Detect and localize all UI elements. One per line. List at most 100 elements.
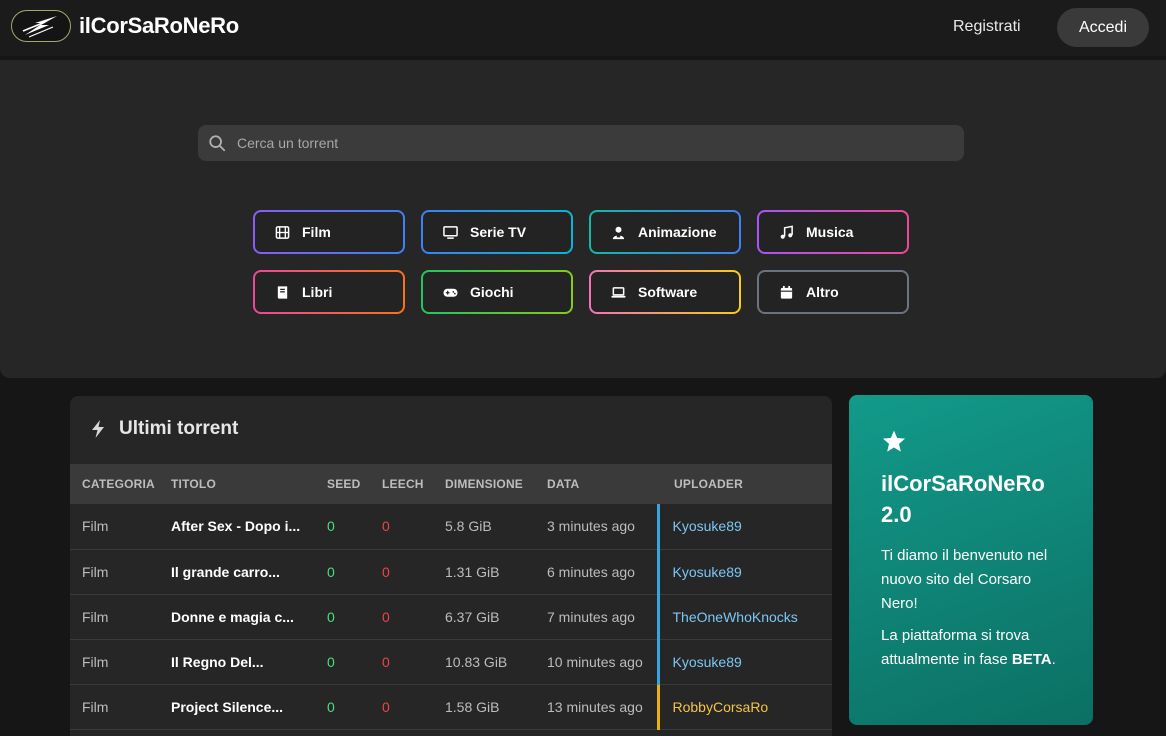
row-date: 3 minutes ago (547, 518, 635, 535)
table-row[interactable]: Film Il Regno Del... 0 0 10.83 GiB 10 minutes… (70, 639, 832, 684)
gamepad-icon (443, 288, 458, 297)
row-size: 1.58 GiB (445, 698, 500, 715)
calendar-icon (780, 285, 793, 299)
hero-section: Film Serie TV Animazione Musica Libr (0, 60, 1166, 378)
category-label: Software (638, 284, 698, 300)
row-leech: 0 (382, 563, 390, 580)
category-label: Film (302, 224, 331, 240)
promo-welcome-text: Ti diamo il benvenuto nel nuovo sito del… (881, 547, 1048, 612)
row-category: Film (82, 563, 109, 580)
row-size: 5.8 GiB (445, 518, 492, 535)
search-bar[interactable] (198, 125, 964, 161)
row-seed: 0 (327, 518, 335, 535)
row-title[interactable]: Donne e magia c... (171, 594, 327, 639)
row-date: 10 minutes ago (547, 653, 643, 670)
star-icon (882, 430, 906, 452)
search-icon (209, 135, 226, 152)
row-title[interactable]: After Sex - Dopo i... (171, 504, 327, 549)
promo-beta-label: BETA (1011, 651, 1052, 668)
row-title[interactable]: Il Regno Del... (171, 639, 327, 684)
login-button[interactable]: Accedi (1057, 8, 1149, 47)
row-leech: 0 (382, 518, 390, 535)
category-film[interactable]: Film (253, 210, 405, 254)
category-label: Serie TV (470, 224, 527, 240)
column-header[interactable]: SEED (327, 464, 382, 504)
category-animazione[interactable]: Animazione (589, 210, 741, 254)
row-uploader: RobbyCorsaRo (656, 684, 832, 729)
row-category: Film (82, 608, 109, 625)
register-link[interactable]: Registrati (953, 18, 1021, 36)
column-header[interactable]: DATA (547, 464, 658, 504)
promo-beta-text: La piattaforma si trova attualmente in f… (881, 624, 1061, 672)
row-uploader: Kyosuke89 (656, 549, 832, 594)
row-seed: 0 (327, 653, 335, 670)
column-header[interactable]: CATEGORIA (70, 464, 171, 504)
category-serie-tv[interactable]: Serie TV (421, 210, 573, 254)
row-title[interactable]: Il grande carro... (171, 549, 327, 594)
category-label: Musica (806, 224, 854, 240)
uploader-link[interactable]: Kyosuke89 (673, 564, 742, 580)
column-header[interactable]: LEECH (382, 464, 445, 504)
row-leech: 0 (382, 698, 390, 715)
lightning-logo-icon (11, 10, 71, 42)
promo-title: ilCorSaRoNeRo 2.0 (881, 471, 1045, 527)
category-giochi[interactable]: Giochi (421, 270, 573, 314)
table-header-row: CATEGORIA TITOLO SEED LEECH DIMENSIONE D… (70, 464, 832, 504)
category-label: Animazione (638, 224, 717, 240)
table-row[interactable]: Film Il grande carro... 0 0 1.31 GiB 6 minute… (70, 549, 832, 594)
row-category: Film (82, 653, 109, 670)
row-size: 6.37 GiB (445, 608, 500, 625)
table-row[interactable]: Film Project Silence... 0 0 1.58 GiB 13 minut… (70, 684, 832, 729)
film-icon (275, 225, 290, 239)
category-label: Altro (806, 284, 839, 300)
torrents-table: CATEGORIA TITOLO SEED LEECH DIMENSIONE D… (70, 464, 832, 730)
latest-torrents-panel: Ultimi torrent CATEGORIA TITOLO SEED LEE… (70, 396, 832, 736)
top-bar: ilCorSaRoNeRo Registrati Accedi (0, 0, 1166, 56)
row-category: Film (82, 518, 109, 535)
row-uploader: Kyosuke89 (656, 639, 832, 684)
row-leech: 0 (382, 608, 390, 625)
uploader-link[interactable]: TheOneWhoKnocks (673, 609, 798, 625)
book-icon (277, 285, 288, 299)
table-row[interactable]: Film Donne e magia c... 0 0 6.37 GiB 7 minute… (70, 594, 832, 639)
row-uploader: Kyosuke89 (656, 504, 832, 549)
row-date: 13 minutes ago (547, 698, 643, 715)
uploader-link[interactable]: Kyosuke89 (673, 518, 742, 534)
row-leech: 0 (382, 653, 390, 670)
lightning-icon (92, 420, 104, 438)
music-note-icon (780, 225, 793, 239)
row-size: 10.83 GiB (445, 653, 508, 670)
row-date: 7 minutes ago (547, 608, 635, 625)
uploader-link[interactable]: RobbyCorsaRo (673, 699, 769, 715)
row-seed: 0 (327, 563, 335, 580)
table-row[interactable]: Film After Sex - Dopo i... 0 0 5.8 GiB 3 minu… (70, 504, 832, 549)
row-date: 6 minutes ago (547, 563, 635, 580)
beta-promo-card: ilCorSaRoNeRo 2.0 Ti diamo il benvenuto … (849, 395, 1093, 725)
laptop-icon (611, 286, 626, 298)
category-musica[interactable]: Musica (757, 210, 909, 254)
category-altro[interactable]: Altro (757, 270, 909, 314)
category-libri[interactable]: Libri (253, 270, 405, 314)
promo-beta-suffix: . (1051, 651, 1056, 668)
panel-heading: Ultimi torrent (89, 418, 238, 440)
panel-title: Ultimi torrent (119, 418, 239, 439)
category-grid: Film Serie TV Animazione Musica Libri Gi… (253, 210, 909, 314)
column-header[interactable]: UPLOADER (658, 464, 832, 504)
uploader-link[interactable]: Kyosuke89 (673, 654, 742, 670)
row-uploader: TheOneWhoKnocks (656, 594, 832, 639)
column-header[interactable]: DIMENSIONE (445, 464, 547, 504)
category-label: Giochi (470, 284, 514, 300)
row-size: 1.31 GiB (445, 563, 500, 580)
category-label: Libri (302, 284, 333, 300)
row-title[interactable]: Project Silence... (171, 684, 327, 729)
category-software[interactable]: Software (589, 270, 741, 314)
site-name: ilCorSaRoNeRo (79, 13, 239, 38)
promo-beta-prefix: La piattaforma si trova attualmente in f… (881, 627, 1030, 668)
row-seed: 0 (327, 608, 335, 625)
column-header[interactable]: TITOLO (171, 464, 327, 504)
row-category: Film (82, 698, 109, 715)
site-logo[interactable]: ilCorSaRoNeRo (11, 10, 239, 42)
tv-icon (443, 225, 458, 239)
search-input[interactable] (237, 135, 937, 151)
row-seed: 0 (327, 698, 335, 715)
